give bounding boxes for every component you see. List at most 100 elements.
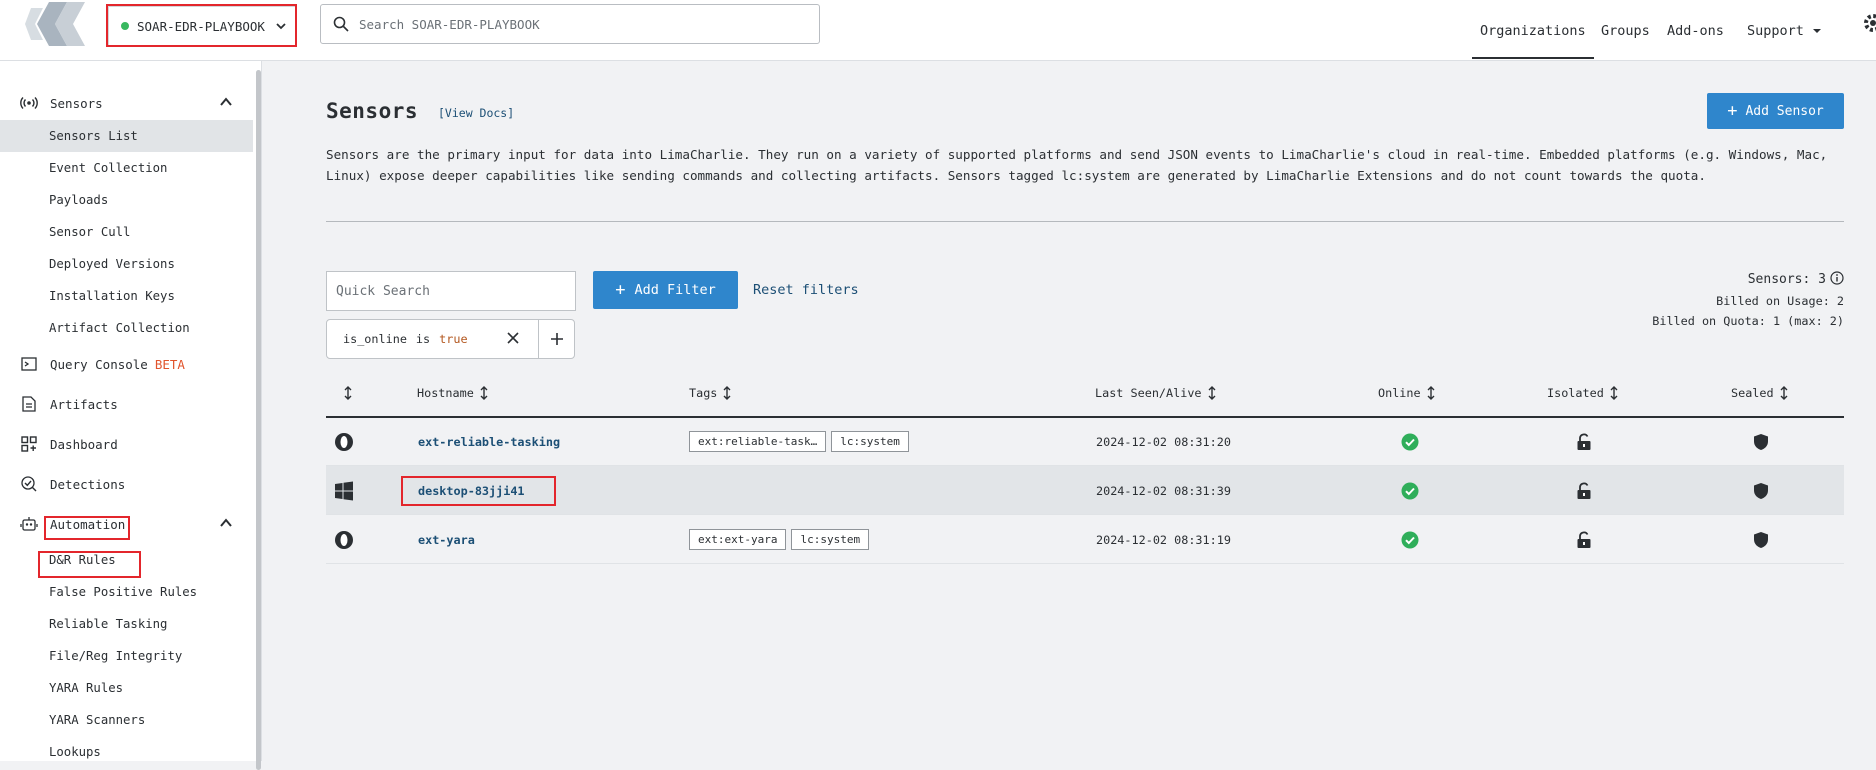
sort-platform-column[interactable] [343,386,353,400]
add-filter-button[interactable]: + Add Filter [593,271,738,309]
sidebar-item-label: Sensors [50,95,103,111]
info-icon[interactable] [1830,271,1844,285]
table-row[interactable]: ext-reliable-tasking ext:reliable-task… … [326,417,1844,466]
windows-icon [334,466,354,515]
billed-usage: Billed on Usage: 2 [1716,294,1844,308]
shield-icon[interactable] [1753,466,1769,515]
tag[interactable]: lc:system [831,431,909,452]
tags-cell: ext:reliable-task… lc:system [689,417,914,466]
chevron-up-icon[interactable] [219,96,233,108]
column-label: Sealed [1731,386,1774,400]
sidebar-item-dashboard[interactable]: Dashboard [0,428,253,460]
limacharlie-logo[interactable] [25,0,87,50]
reset-filters-link[interactable]: Reset filters [753,282,859,298]
filter-value: true [439,332,468,346]
gear-icon[interactable] [1862,12,1876,34]
sidebar-item-label: Dashboard [50,436,118,452]
sidebar-item-yara-rules[interactable]: YARA Rules [0,672,253,704]
sort-icon [480,386,488,400]
table-row[interactable]: ext-yara ext:ext-yara lc:system 2024-12-… [326,515,1844,564]
table-row[interactable]: desktop-83jji41 2024-12-02 08:31:39 [326,466,1844,515]
column-tags[interactable]: Tags [689,386,732,400]
add-sensor-button[interactable]: + Add Sensor [1707,93,1844,129]
plus-icon [550,333,563,345]
search-icon [333,16,349,32]
unlock-icon[interactable] [1576,417,1592,466]
filter-operator: is [415,332,431,346]
column-isolated[interactable]: Isolated [1547,386,1619,400]
sidebar-item-label: Artifacts [50,396,118,412]
hostname-link[interactable]: ext-yara [418,515,475,564]
column-sealed[interactable]: Sealed [1731,386,1789,400]
last-seen: 2024-12-02 08:31:39 [1096,483,1231,498]
org-name: SOAR-EDR-PLAYBOOK [137,18,265,34]
tags-cell: ext:ext-yara lc:system [689,515,874,564]
search-input[interactable] [359,16,789,32]
page-description: Sensors are the primary input for data i… [326,147,1828,183]
sidebar-item-deployed-versions[interactable]: Deployed Versions [0,248,253,280]
robot-icon [20,515,38,533]
page-title: Sensors [326,99,419,123]
add-filter-chip-button[interactable] [538,319,575,359]
sidebar-item-dr-rules[interactable]: D&R Rules [0,544,253,576]
nav-add-ons[interactable]: Add-ons [1667,0,1724,61]
hostname-link[interactable]: desktop-83jji41 [418,466,525,515]
nav-support-label: Support [1747,22,1804,39]
sidebar-item-payloads[interactable]: Payloads [0,184,253,216]
chevron-up-icon[interactable] [219,517,233,529]
tag[interactable]: lc:system [791,529,870,550]
sidebar-item-label: Query Console [50,356,148,372]
global-search[interactable] [320,4,820,44]
sidebar-item-sensor-cull[interactable]: Sensor Cull [0,216,253,248]
sidebar-item-sensors-list[interactable]: Sensors List [0,120,253,152]
view-docs-link[interactable]: [View Docs] [438,106,514,120]
hostname-link[interactable]: ext-reliable-tasking [418,417,560,466]
sidebar-item-lookups[interactable]: Lookups [0,736,253,768]
sidebar-item-detections[interactable]: Detections [0,468,253,500]
filter-field: is_online [343,332,407,346]
sidebar-item-artifacts[interactable]: Artifacts [0,388,253,420]
column-online[interactable]: Online [1378,386,1436,400]
terminal-icon [20,355,38,373]
sidebar: Sensors Sensors List Event Collection Pa… [0,61,262,761]
nav-support[interactable]: Support [1747,0,1824,61]
nav-organizations[interactable]: Organizations [1472,0,1594,61]
last-seen: 2024-12-02 08:31:20 [1096,434,1231,449]
billed-quota: Billed on Quota: 1 (max: 2) [1652,314,1844,328]
sidebar-item-yara-scanners[interactable]: YARA Scanners [0,704,253,736]
nav-groups[interactable]: Groups [1601,0,1650,61]
online-check-icon [1401,466,1419,515]
org-selector[interactable]: SOAR-EDR-PLAYBOOK [108,6,296,46]
status-dot-icon [121,22,129,30]
sidebar-item-file-reg-integrity[interactable]: File/Reg Integrity [0,640,253,672]
quick-search-input[interactable] [326,271,576,311]
column-hostname[interactable]: Hostname [417,386,489,400]
tag[interactable]: ext:reliable-task… [689,431,827,452]
filter-chip[interactable]: is_online is true [326,319,539,359]
extension-icon [334,515,354,564]
sidebar-item-query-console[interactable]: Query Console BETA [0,348,253,380]
column-label: Isolated [1547,386,1604,400]
top-bar: SOAR-EDR-PLAYBOOK Organizations Groups A… [0,0,1876,61]
divider [326,221,1844,222]
sidebar-item-installation-keys[interactable]: Installation Keys [0,280,253,312]
sidebar-item-reliable-tasking[interactable]: Reliable Tasking [0,608,253,640]
sidebar-item-false-positive-rules[interactable]: False Positive Rules [0,576,253,608]
sidebar-item-automation[interactable]: Automation [0,508,253,540]
close-icon[interactable] [506,331,520,345]
sort-icon [1780,386,1788,400]
caret-down-icon [1812,28,1821,33]
tag[interactable]: ext:ext-yara [689,529,787,550]
shield-icon[interactable] [1753,515,1769,564]
sidebar-item-artifact-collection[interactable]: Artifact Collection [0,312,253,344]
last-seen: 2024-12-02 08:31:19 [1096,532,1231,547]
sidebar-item-sensors[interactable]: Sensors [0,87,253,119]
shield-icon[interactable] [1753,417,1769,466]
unlock-icon[interactable] [1576,515,1592,564]
column-last-seen[interactable]: Last Seen/Alive [1095,386,1217,400]
unlock-icon[interactable] [1576,466,1592,515]
main-content: Sensors [View Docs] + Add Sensor Sensors… [262,61,1876,761]
sidebar-item-event-collection[interactable]: Event Collection [0,152,253,184]
beta-badge: BETA [154,356,185,372]
sidebar-scrollbar[interactable] [256,70,261,770]
